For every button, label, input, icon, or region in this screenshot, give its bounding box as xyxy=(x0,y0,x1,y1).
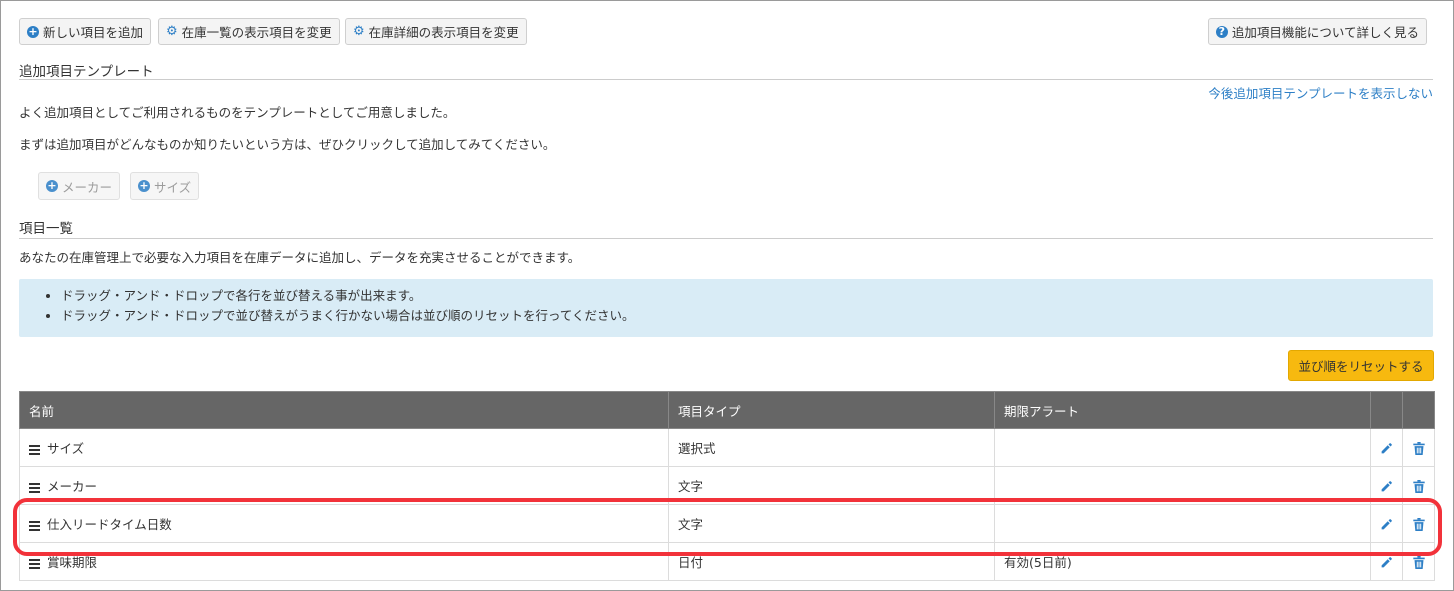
change-list-display-button[interactable]: ⚙ 在庫一覧の表示項目を変更 xyxy=(158,18,340,45)
pencil-icon[interactable] xyxy=(1380,518,1393,531)
add-item-button[interactable]: + 新しい項目を追加 xyxy=(19,18,152,45)
template-section-title: 追加項目テンプレート xyxy=(19,64,154,80)
info-item: ドラッグ・アンド・ドロップで各行を並び替える事が出来ます。 xyxy=(61,287,1433,304)
drag-handle-icon[interactable] xyxy=(29,519,40,533)
column-header-delete xyxy=(1402,391,1435,429)
delete-cell[interactable] xyxy=(1402,504,1435,543)
table-row[interactable]: メーカー 文字 xyxy=(19,466,1435,505)
name-cell: 賞味期限 xyxy=(19,542,669,581)
template-description-1: よく追加項目としてご利用されるものをテンプレートとしてご用意しました。 xyxy=(19,105,456,120)
name-cell: サイズ xyxy=(19,428,669,467)
trash-icon[interactable] xyxy=(1412,518,1425,531)
edit-cell[interactable] xyxy=(1370,466,1403,505)
delete-cell[interactable] xyxy=(1402,466,1435,505)
template-size-button[interactable]: + サイズ xyxy=(130,172,200,200)
plus-circle-icon: + xyxy=(46,179,58,192)
type-cell: 日付 xyxy=(668,542,995,581)
edit-cell[interactable] xyxy=(1370,542,1403,581)
plus-circle-icon: + xyxy=(27,24,39,38)
table-row[interactable]: 賞味期限 日付 有効(5日前) xyxy=(19,542,1435,581)
type-cell: 文字 xyxy=(668,466,995,505)
drag-handle-icon[interactable] xyxy=(29,557,40,571)
column-header-edit xyxy=(1370,391,1403,429)
table-row[interactable]: サイズ 選択式 xyxy=(19,428,1435,467)
hide-template-link[interactable]: 今後追加項目テンプレートを表示しない xyxy=(1208,83,1433,102)
alert-cell xyxy=(994,428,1371,467)
column-header-name: 名前 xyxy=(19,391,669,429)
pencil-icon[interactable] xyxy=(1380,442,1393,455)
edit-cell[interactable] xyxy=(1370,428,1403,467)
trash-icon[interactable] xyxy=(1412,480,1425,493)
info-box: ドラッグ・アンド・ドロップで各行を並び替える事が出来ます。 ドラッグ・アンド・ド… xyxy=(19,279,1433,337)
change-detail-display-button[interactable]: ⚙ 在庫詳細の表示項目を変更 xyxy=(345,18,527,45)
alert-cell xyxy=(994,504,1371,543)
items-section-title: 項目一覧 xyxy=(19,221,73,237)
info-item: ドラッグ・アンド・ドロップで並び替えがうまく行かない場合は並び順のリセットを行っ… xyxy=(61,307,1433,324)
drag-handle-icon[interactable] xyxy=(29,481,40,495)
reset-order-button[interactable]: 並び順をリセットする xyxy=(1288,350,1434,381)
column-header-type: 項目タイプ xyxy=(668,391,995,429)
name-cell: メーカー xyxy=(19,466,669,505)
delete-cell[interactable] xyxy=(1402,428,1435,467)
alert-cell xyxy=(994,466,1371,505)
app-frame: + 新しい項目を追加 ⚙ 在庫一覧の表示項目を変更 ⚙ 在庫詳細の表示項目を変更… xyxy=(0,0,1454,591)
help-button[interactable]: ? 追加項目機能について詳しく見る xyxy=(1207,18,1427,45)
drag-handle-icon[interactable] xyxy=(29,443,40,457)
table-row[interactable]: 仕入リードタイム日数 文字 xyxy=(19,504,1435,543)
pencil-icon[interactable] xyxy=(1380,480,1393,493)
divider xyxy=(19,238,1433,239)
gear-icon: ⚙ xyxy=(166,24,178,39)
plus-circle-icon: + xyxy=(138,179,150,192)
items-description: あなたの在庫管理上で必要な入力項目を在庫データに追加し、データを充実させることが… xyxy=(19,250,581,265)
type-cell: 文字 xyxy=(668,504,995,543)
pencil-icon[interactable] xyxy=(1380,556,1393,569)
template-maker-button[interactable]: + メーカー xyxy=(38,172,121,200)
trash-icon[interactable] xyxy=(1412,556,1425,569)
table-header-row: 名前 項目タイプ 期限アラート xyxy=(19,391,1435,429)
question-circle-icon: ? xyxy=(1215,25,1228,38)
gear-icon: ⚙ xyxy=(353,24,365,39)
template-description-2: まずは追加項目がどんなものか知りたいという方は、ぜひクリックして追加してみてくだ… xyxy=(19,137,556,152)
edit-cell[interactable] xyxy=(1370,504,1403,543)
trash-icon[interactable] xyxy=(1412,442,1425,455)
items-table: 名前 項目タイプ 期限アラート サイズ 選択式 メーカー 文字 仕入リードタイム… xyxy=(19,391,1435,581)
alert-cell: 有効(5日前) xyxy=(994,542,1371,581)
column-header-alert: 期限アラート xyxy=(994,391,1371,429)
name-cell: 仕入リードタイム日数 xyxy=(19,504,669,543)
type-cell: 選択式 xyxy=(668,428,995,467)
delete-cell[interactable] xyxy=(1402,542,1435,581)
divider xyxy=(19,79,1433,80)
